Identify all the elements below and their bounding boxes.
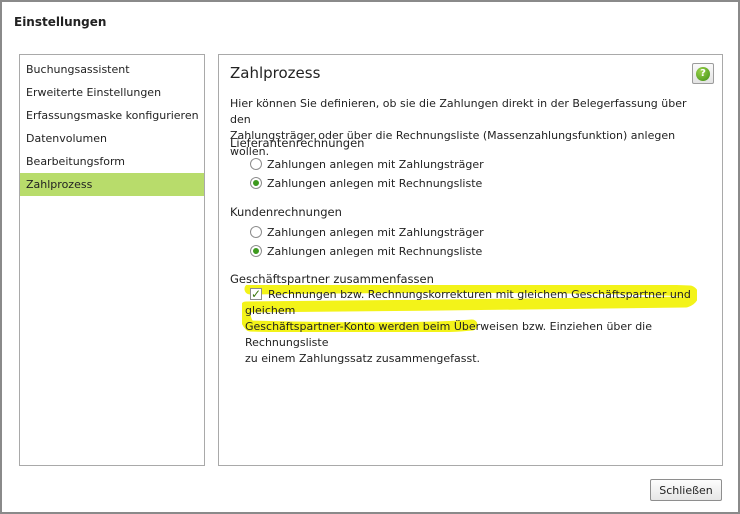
sidebar-item-erfassungsmaske[interactable]: Erfassungsmaske konfigurieren bbox=[20, 104, 204, 127]
radio-label: Zahlungen anlegen mit Rechnungsliste bbox=[267, 244, 483, 258]
sidebar-item-zahlprozess[interactable]: Zahlprozess bbox=[20, 173, 204, 196]
checkbox-geschaeftspartner-zusammenfassen[interactable]: ✓ Rechnungen bzw. Rechnungskorrekturen mi… bbox=[245, 287, 695, 367]
settings-dialog: Einstellungen Buchungsassistent Erweiter… bbox=[0, 0, 740, 514]
checkmark-icon: ✓ bbox=[251, 287, 262, 301]
checkbox[interactable]: ✓ bbox=[250, 287, 262, 301]
radio-kunden-zahlungstraeger[interactable]: Zahlungen anlegen mit Zahlungsträger bbox=[250, 224, 484, 240]
question-mark-icon: ? bbox=[696, 66, 710, 81]
sidebar-item-bearbeitungsform[interactable]: Bearbeitungsform bbox=[20, 150, 204, 173]
dialog-title: Einstellungen bbox=[14, 15, 107, 29]
settings-content-panel: Zahlprozess ? Hier können Sie definieren… bbox=[218, 54, 723, 466]
radio-label: Zahlungen anlegen mit Rechnungsliste bbox=[267, 176, 483, 190]
radio-lieferanten-rechnungsliste[interactable]: Zahlungen anlegen mit Rechnungsliste bbox=[250, 175, 482, 191]
radio-button-selected[interactable] bbox=[250, 245, 262, 257]
intro-text: Hier können Sie definieren, ob sie die Z… bbox=[230, 96, 700, 160]
sidebar-item-datenvolumen[interactable]: Datenvolumen bbox=[20, 127, 204, 150]
radio-kunden-rechnungsliste[interactable]: Zahlungen anlegen mit Rechnungsliste bbox=[250, 243, 482, 259]
page-title: Zahlprozess bbox=[230, 64, 321, 82]
radio-button[interactable] bbox=[250, 158, 262, 170]
section-title-kunden: Kundenrechnungen bbox=[230, 205, 342, 219]
close-button[interactable]: Schließen bbox=[650, 479, 722, 501]
sidebar-item-buchungsassistent[interactable]: Buchungsassistent bbox=[20, 58, 204, 81]
settings-sidebar: Buchungsassistent Erweiterte Einstellung… bbox=[19, 54, 205, 466]
sidebar-item-erweiterte-einstellungen[interactable]: Erweiterte Einstellungen bbox=[20, 81, 204, 104]
checkbox-label-line: Geschäftspartner-Konto werden beim Überw… bbox=[245, 320, 653, 349]
intro-line: Hier können Sie definieren, ob sie die Z… bbox=[230, 97, 687, 126]
radio-label: Zahlungen anlegen mit Zahlungsträger bbox=[267, 157, 484, 171]
section-title-lieferanten: Lieferantenrechnungen bbox=[230, 136, 365, 150]
help-button[interactable]: ? bbox=[692, 63, 714, 84]
section-title-geschaeftspartner: Geschäftspartner zusammenfassen bbox=[230, 272, 434, 286]
checkbox-label-line: Rechnungen bzw. Rechnungskorrekturen mit… bbox=[245, 288, 691, 317]
radio-button-selected[interactable] bbox=[250, 177, 262, 189]
radio-button[interactable] bbox=[250, 226, 262, 238]
checkbox-label-line: zu einem Zahlungssatz zusammengefasst. bbox=[245, 352, 481, 365]
radio-label: Zahlungen anlegen mit Zahlungsträger bbox=[267, 225, 484, 239]
radio-lieferanten-zahlungstraeger[interactable]: Zahlungen anlegen mit Zahlungsträger bbox=[250, 156, 484, 172]
